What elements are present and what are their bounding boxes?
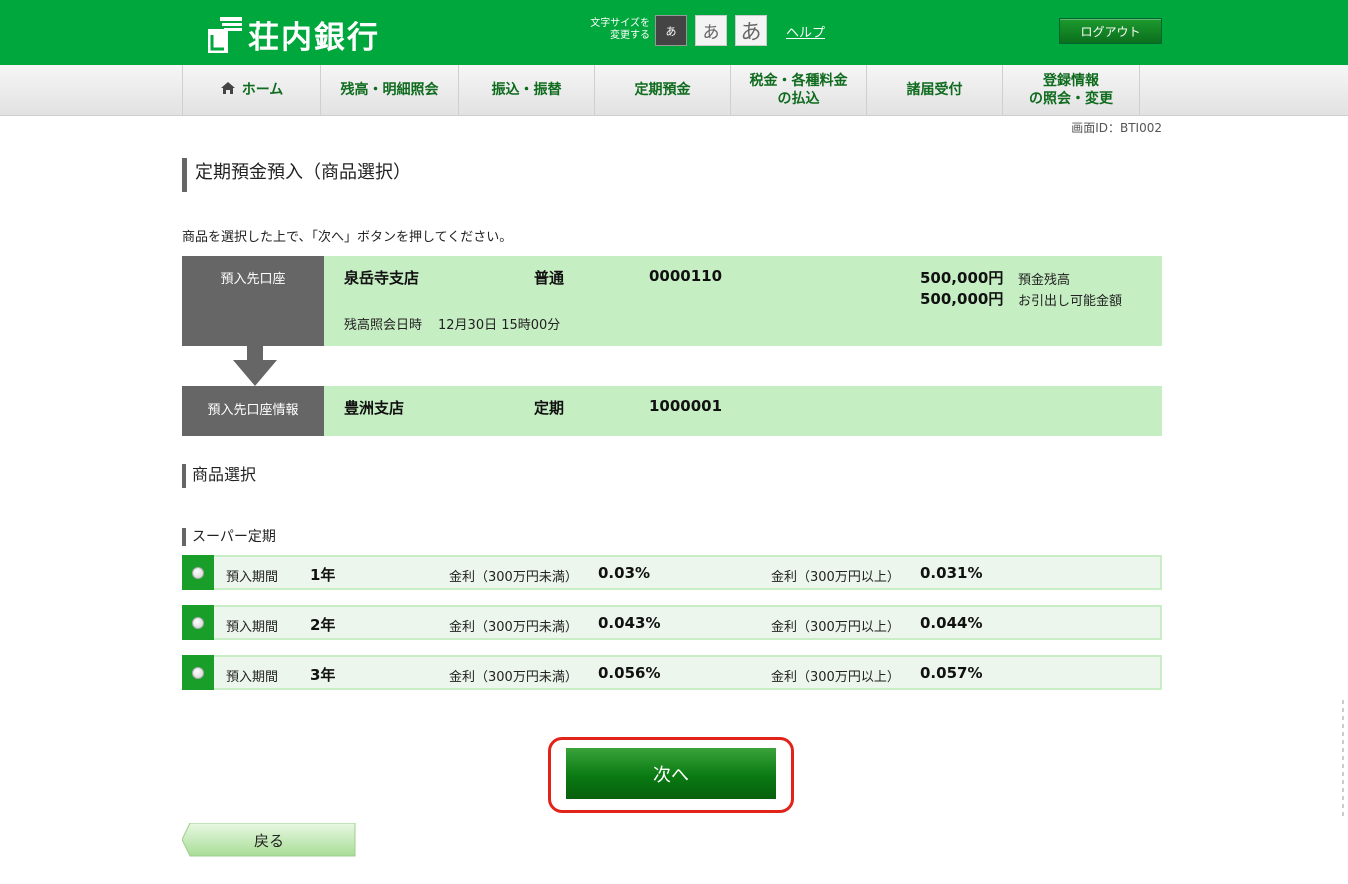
radio-button[interactable] xyxy=(192,666,204,679)
nav-tax-payment-line1: 税金・各種料金 xyxy=(749,73,848,89)
bank-logo[interactable]: 荘内銀行 xyxy=(206,12,380,57)
product-option-1year[interactable]: 預入期間 1年 金利（300万円未満） 0.03% 金利（300万円以上） 0.… xyxy=(182,555,1162,590)
rate-low-label: 金利（300万円未満） xyxy=(449,570,578,585)
page-edge-dashes xyxy=(1342,700,1344,820)
source-account-panel: 預入先口座 泉岳寺支店 普通 0000110 500,000円 預金残高 500… xyxy=(182,256,1162,346)
radio-button[interactable] xyxy=(192,566,204,579)
arrow-down-icon xyxy=(233,346,277,386)
font-size-label-line1: 文字サイズを xyxy=(590,18,650,29)
next-button[interactable]: 次へ xyxy=(566,748,776,799)
source-account-number: 0000110 xyxy=(649,267,723,285)
font-size-large-button[interactable]: あ xyxy=(735,15,767,46)
radio-cell xyxy=(182,605,214,640)
font-size-label-line2: 変更する xyxy=(610,30,650,41)
rate-low-value: 0.03% xyxy=(598,564,651,582)
bank-logo-icon xyxy=(206,15,244,55)
font-size-medium-button[interactable]: あ xyxy=(695,15,727,46)
deposit-balance-value: 500,000円 xyxy=(920,269,1004,287)
nav-transfer[interactable]: 振込・振替 xyxy=(458,65,594,115)
nav-balance-inquiry[interactable]: 残高・明細照会 xyxy=(320,65,458,115)
destination-account-panel: 預入先口座情報 豊洲支店 定期 1000001 xyxy=(182,386,1162,436)
nav-time-deposit[interactable]: 定期預金 xyxy=(594,65,730,115)
font-size-small-button[interactable]: あ xyxy=(655,15,687,46)
source-account-type: 普通 xyxy=(534,269,565,287)
product-selection-heading: 商品選択 xyxy=(182,464,256,488)
nav-notifications[interactable]: 諸届受付 xyxy=(866,65,1002,115)
help-link[interactable]: ヘルプ xyxy=(786,22,825,41)
product-option-3year[interactable]: 預入期間 3年 金利（300万円未満） 0.056% 金利（300万円以上） 0… xyxy=(182,655,1162,690)
nav-home[interactable]: ホーム xyxy=(182,65,320,115)
rate-high-label: 金利（300万円以上） xyxy=(771,570,900,585)
main-nav: ホーム 残高・明細照会 振込・振替 定期預金 税金・各種料金 の払込 諸届受付 … xyxy=(0,65,1348,116)
source-account-label: 預入先口座 xyxy=(182,256,324,346)
period-label: 預入期間 xyxy=(226,670,279,685)
radio-cell xyxy=(182,655,214,690)
balance-inquiry-datetime: 12月30日 15時00分 xyxy=(438,318,561,333)
back-button[interactable]: 戻る xyxy=(182,823,356,857)
screen-id: 画面ID：BTI002 xyxy=(1071,121,1162,135)
period-label: 預入期間 xyxy=(226,620,279,635)
deposit-balance-label: 預金残高 xyxy=(1018,273,1071,288)
rate-high-value: 0.057% xyxy=(920,664,983,682)
destination-account-type: 定期 xyxy=(534,399,565,417)
rate-low-label: 金利（300万円未満） xyxy=(449,620,578,635)
home-icon xyxy=(220,81,236,100)
radio-button[interactable] xyxy=(192,616,204,629)
radio-cell xyxy=(182,555,214,590)
product-option-2year[interactable]: 預入期間 2年 金利（300万円未満） 0.043% 金利（300万円以上） 0… xyxy=(182,605,1162,640)
product-name-heading: スーパー定期 xyxy=(182,528,276,546)
period-value: 1年 xyxy=(310,566,336,584)
balance-inquiry-label: 残高照会日時 xyxy=(344,318,423,333)
period-value: 2年 xyxy=(310,616,336,634)
page-title: 定期預金預入（商品選択） xyxy=(182,158,411,192)
rate-high-value: 0.031% xyxy=(920,564,983,582)
nav-tax-payment[interactable]: 税金・各種料金 の払込 xyxy=(730,65,866,115)
header-bar: 荘内銀行 文字サイズを 変更する あ あ あ ヘルプ ログアウト xyxy=(0,0,1348,65)
nav-tax-payment-line2: の払込 xyxy=(777,91,820,107)
back-button-label: 戻る xyxy=(253,831,284,850)
font-size-label: 文字サイズを 変更する xyxy=(574,18,650,42)
period-label: 預入期間 xyxy=(226,570,279,585)
rate-low-value: 0.043% xyxy=(598,614,661,632)
nav-home-label: ホーム xyxy=(241,82,284,98)
destination-branch: 豊洲支店 xyxy=(344,399,405,417)
nav-registration-line1: 登録情報 xyxy=(1043,73,1099,89)
rate-high-value: 0.044% xyxy=(920,614,983,632)
period-value: 3年 xyxy=(310,666,336,684)
source-branch: 泉岳寺支店 xyxy=(344,269,420,287)
instruction-text: 商品を選択した上で、「次へ」ボタンを押してください。 xyxy=(182,230,513,245)
rate-high-label: 金利（300万円以上） xyxy=(771,670,900,685)
destination-account-label: 預入先口座情報 xyxy=(182,386,324,436)
available-amount-label: お引出し可能金額 xyxy=(1018,294,1123,309)
rate-low-value: 0.056% xyxy=(598,664,661,682)
rate-high-label: 金利（300万円以上） xyxy=(771,620,900,635)
available-amount-value: 500,000円 xyxy=(920,290,1004,308)
nav-registration-line2: の照会・変更 xyxy=(1029,91,1113,107)
bank-name: 荘内銀行 xyxy=(248,20,380,56)
destination-account-number: 1000001 xyxy=(649,397,723,415)
nav-registration-info[interactable]: 登録情報 の照会・変更 xyxy=(1002,65,1140,115)
rate-low-label: 金利（300万円未満） xyxy=(449,670,578,685)
logout-button[interactable]: ログアウト xyxy=(1059,18,1162,44)
